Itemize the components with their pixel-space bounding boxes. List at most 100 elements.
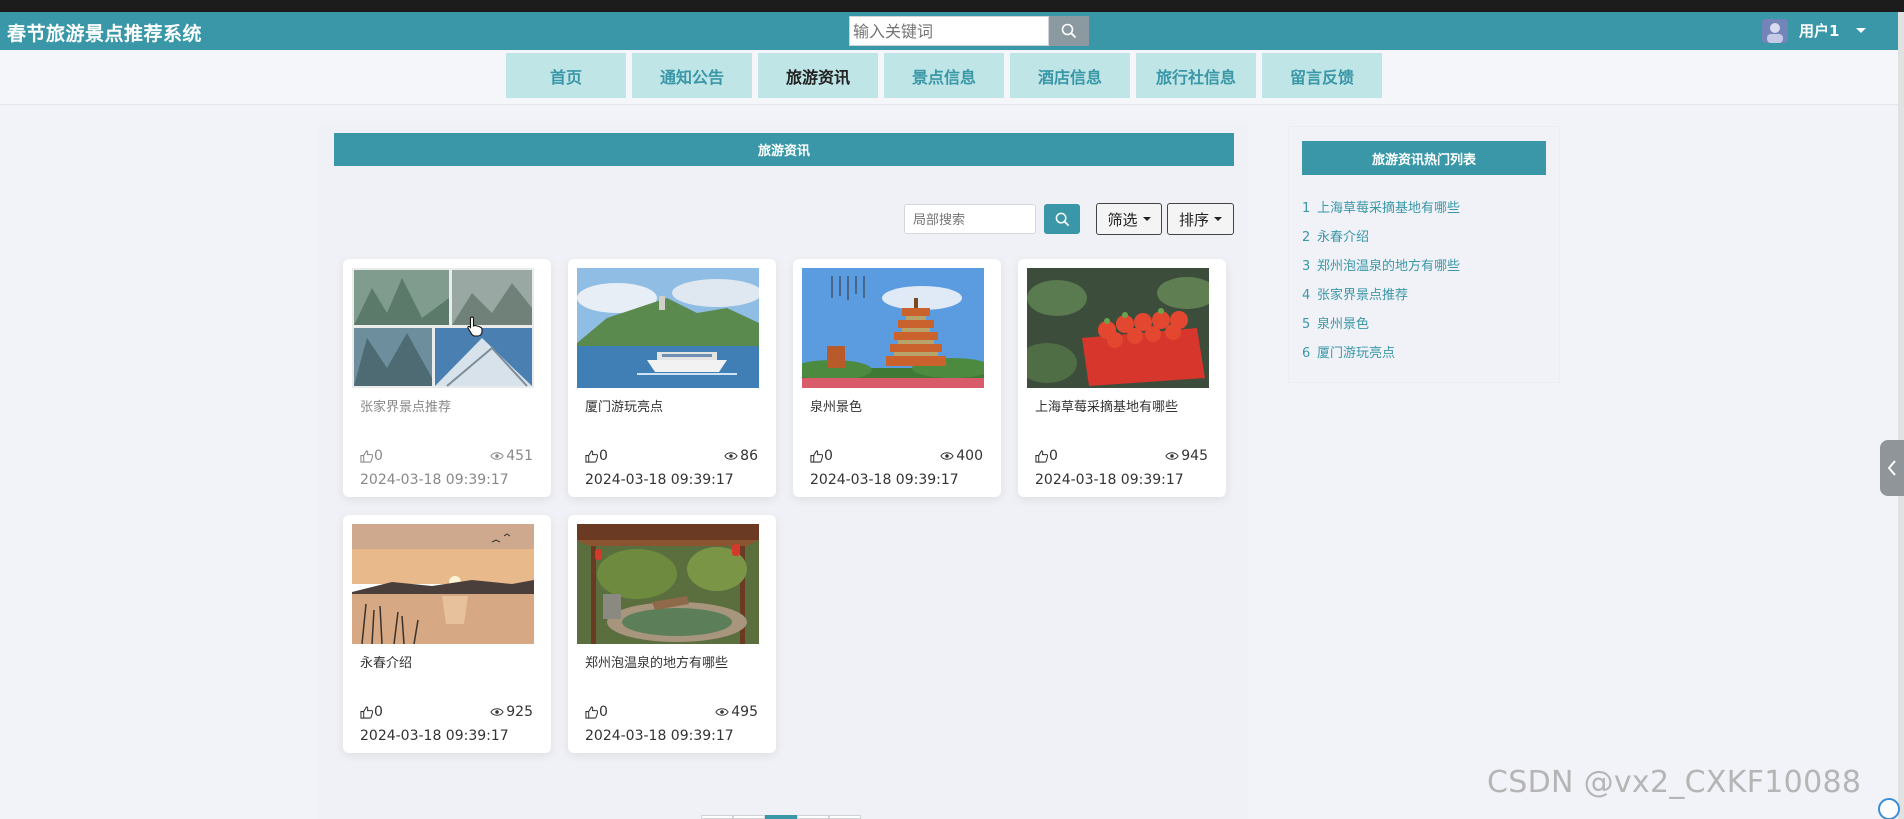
search-icon bbox=[1061, 23, 1077, 39]
page-button[interactable] bbox=[733, 815, 765, 819]
card-date: 2024-03-18 09:39:17 bbox=[810, 472, 959, 488]
hot-list-title: 旅游资讯热门列表 bbox=[1302, 141, 1546, 175]
card-image-hot-spring[interactable] bbox=[577, 524, 759, 644]
card-views: 495 bbox=[715, 704, 758, 720]
filter-dropdown-button[interactable]: 筛选 bbox=[1096, 203, 1162, 235]
news-card[interactable]: 上海草莓采摘基地有哪些 0 945 2024-03-18 09:39:17 bbox=[1018, 259, 1226, 497]
news-card[interactable]: 郑州泡温泉的地方有哪些 0 495 2024-03-18 09:39:17 bbox=[568, 515, 776, 753]
likes-count: 0 bbox=[824, 448, 833, 464]
chevron-left-icon bbox=[1887, 460, 1896, 476]
card-image-xiamen[interactable] bbox=[577, 268, 759, 388]
hot-list-item[interactable]: 4 张家界景点推荐 bbox=[1302, 284, 1408, 303]
nav-attractions[interactable]: 景点信息 bbox=[884, 53, 1004, 98]
thumbs-up-icon bbox=[360, 705, 373, 719]
page-button[interactable] bbox=[829, 815, 861, 819]
mouse-pointer-icon bbox=[467, 316, 483, 337]
card-image-zhangjiajie[interactable] bbox=[352, 268, 534, 388]
side-drawer-toggle[interactable] bbox=[1880, 440, 1904, 496]
card-title[interactable]: 永春介绍 bbox=[360, 652, 412, 671]
hot-list-item[interactable]: 3 郑州泡温泉的地方有哪些 bbox=[1302, 255, 1460, 274]
pagination bbox=[701, 815, 861, 819]
sort-dropdown-button[interactable]: 排序 bbox=[1167, 203, 1234, 235]
news-card[interactable]: 永春介绍 0 925 2024-03-18 09:39:17 bbox=[343, 515, 551, 753]
eye-icon bbox=[724, 452, 738, 460]
hot-item-label[interactable]: 永春介绍 bbox=[1317, 230, 1369, 245]
local-search-button[interactable] bbox=[1044, 204, 1080, 234]
card-date: 2024-03-18 09:39:17 bbox=[360, 472, 509, 488]
views-count: 86 bbox=[740, 448, 758, 464]
eye-icon bbox=[1165, 452, 1179, 460]
caret-down-icon bbox=[1142, 217, 1151, 221]
site-header: 春节旅游景点推荐系统 用户1 bbox=[0, 12, 1898, 50]
hot-item-label[interactable]: 张家界景点推荐 bbox=[1317, 288, 1408, 303]
hot-item-label[interactable]: 郑州泡温泉的地方有哪些 bbox=[1317, 259, 1460, 274]
hot-item-number: 3 bbox=[1302, 259, 1311, 274]
hot-item-number: 4 bbox=[1302, 288, 1311, 303]
hot-list-item[interactable]: 1 上海草莓采摘基地有哪些 bbox=[1302, 197, 1460, 216]
card-date: 2024-03-18 09:39:17 bbox=[1035, 472, 1184, 488]
card-image-sunset-lake[interactable] bbox=[352, 524, 534, 644]
card-title[interactable]: 郑州泡温泉的地方有哪些 bbox=[585, 652, 728, 671]
news-card[interactable]: 厦门游玩亮点 0 86 2024-03-18 09:39:17 bbox=[568, 259, 776, 497]
card-date: 2024-03-18 09:39:17 bbox=[360, 728, 509, 744]
local-search-input[interactable] bbox=[904, 204, 1036, 234]
nav-travel-agencies[interactable]: 旅行社信息 bbox=[1136, 53, 1256, 98]
news-card[interactable]: 张家界景点推荐 0 451 2024-03-18 09:39:17 bbox=[343, 259, 551, 497]
hot-list-item[interactable]: 6 厦门游玩亮点 bbox=[1302, 342, 1395, 361]
card-image-strawberry[interactable] bbox=[1027, 268, 1209, 388]
nav-travel-news[interactable]: 旅游资讯 bbox=[758, 53, 878, 98]
hot-item-number: 5 bbox=[1302, 317, 1311, 332]
hot-item-label[interactable]: 上海草莓采摘基地有哪些 bbox=[1317, 201, 1460, 216]
nav-home[interactable]: 首页 bbox=[506, 53, 626, 98]
card-likes: 0 bbox=[360, 448, 383, 464]
card-likes: 0 bbox=[360, 704, 383, 720]
hot-item-number: 6 bbox=[1302, 346, 1311, 361]
page-button-current[interactable] bbox=[765, 815, 797, 819]
nav-notices[interactable]: 通知公告 bbox=[632, 53, 752, 98]
card-image-quanzhou[interactable] bbox=[802, 268, 984, 388]
user-avatar[interactable] bbox=[1762, 19, 1788, 43]
card-views: 400 bbox=[940, 448, 983, 464]
nav-hotels[interactable]: 酒店信息 bbox=[1010, 53, 1130, 98]
card-views: 451 bbox=[490, 448, 533, 464]
hot-item-label[interactable]: 泉州景色 bbox=[1317, 317, 1369, 332]
assistant-badge-icon[interactable] bbox=[1878, 798, 1900, 819]
caret-down-icon bbox=[1214, 217, 1222, 221]
section-title: 旅游资讯 bbox=[334, 133, 1234, 166]
card-date: 2024-03-18 09:39:17 bbox=[585, 472, 734, 488]
news-card[interactable]: 泉州景色 0 400 2024-03-18 09:39:17 bbox=[793, 259, 1001, 497]
keyword-search-input[interactable] bbox=[849, 16, 1049, 46]
card-likes: 0 bbox=[585, 448, 608, 464]
views-count: 495 bbox=[731, 704, 758, 720]
keyword-search-button[interactable] bbox=[1049, 16, 1089, 46]
hot-item-label[interactable]: 厦门游玩亮点 bbox=[1317, 346, 1395, 361]
card-title[interactable]: 张家界景点推荐 bbox=[360, 396, 451, 415]
card-likes: 0 bbox=[1035, 448, 1058, 464]
card-title[interactable]: 泉州景色 bbox=[810, 396, 862, 415]
hot-item-number: 2 bbox=[1302, 230, 1311, 245]
eye-icon bbox=[490, 452, 504, 460]
user-name[interactable]: 用户1 bbox=[1799, 20, 1839, 41]
card-title[interactable]: 上海草莓采摘基地有哪些 bbox=[1035, 396, 1178, 415]
page-scrollbar[interactable] bbox=[1898, 12, 1904, 819]
eye-icon bbox=[490, 708, 504, 716]
card-views: 86 bbox=[724, 448, 758, 464]
page-button[interactable] bbox=[797, 815, 829, 819]
card-views: 925 bbox=[490, 704, 533, 720]
page-button[interactable] bbox=[701, 815, 733, 819]
window-top-strip bbox=[0, 0, 1904, 12]
card-views: 945 bbox=[1165, 448, 1208, 464]
likes-count: 0 bbox=[374, 448, 383, 464]
nav-feedback[interactable]: 留言反馈 bbox=[1262, 53, 1382, 98]
likes-count: 0 bbox=[599, 704, 608, 720]
thumbs-up-icon bbox=[360, 449, 373, 463]
hot-list-item[interactable]: 5 泉州景色 bbox=[1302, 313, 1369, 332]
watermark: CSDN @vx2_CXKF10088 bbox=[1487, 765, 1862, 800]
card-title[interactable]: 厦门游玩亮点 bbox=[585, 396, 663, 415]
user-menu-caret-icon[interactable] bbox=[1856, 28, 1866, 33]
likes-count: 0 bbox=[374, 704, 383, 720]
hot-item-number: 1 bbox=[1302, 201, 1311, 216]
card-likes: 0 bbox=[585, 704, 608, 720]
hot-list-item[interactable]: 2 永春介绍 bbox=[1302, 226, 1369, 245]
thumbs-up-icon bbox=[1035, 449, 1048, 463]
